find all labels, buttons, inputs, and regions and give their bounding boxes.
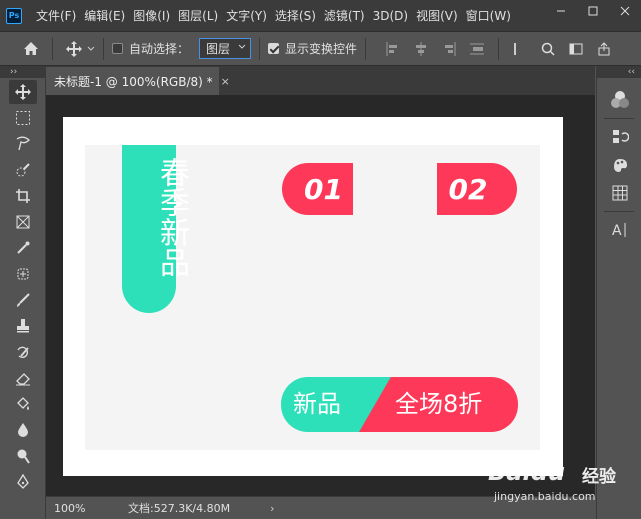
search-icon[interactable]	[541, 42, 555, 56]
lasso-tool-icon[interactable]	[9, 132, 37, 156]
quick-select-tool-icon[interactable]	[9, 158, 37, 182]
document-info: 文档:527.3K/4.80M	[128, 502, 231, 515]
align-buttons	[386, 37, 611, 60]
clone-stamp-tool-icon[interactable]	[9, 314, 37, 338]
dodge-tool-icon[interactable]	[9, 444, 37, 468]
tab-document[interactable]: 未标题-1 @ 100%(RGB/8) * ×	[46, 67, 230, 95]
layer-select-dropdown[interactable]: 图层	[199, 38, 252, 59]
divider	[103, 37, 104, 60]
eraser-tool-icon[interactable]	[9, 366, 37, 390]
distribute-icon[interactable]	[470, 42, 485, 56]
maximize-icon[interactable]	[577, 0, 609, 22]
status-menu-chevron-icon[interactable]: ›	[270, 502, 274, 515]
auto-select-label: 自动选择：	[129, 42, 190, 56]
menu-type[interactable]: 文字(Y)	[226, 7, 267, 24]
combo-tag-left-text: 新品	[293, 390, 341, 418]
svg-text:A: A	[612, 223, 622, 239]
menu-bar: Ps 文件(F) 编辑(E) 图像(I) 图层(L) 文字(Y) 选择(S) 滤…	[0, 0, 641, 31]
workspace-icon[interactable]	[569, 42, 583, 56]
divider	[604, 118, 634, 119]
close-icon[interactable]	[609, 0, 641, 22]
align-center-icon[interactable]	[414, 41, 428, 56]
show-transform-label: 显示变换控件	[285, 42, 358, 56]
menu-select[interactable]: 选择(S)	[275, 7, 316, 24]
minimize-icon[interactable]	[545, 0, 577, 22]
collapse-panels-icon[interactable]: ‹‹	[597, 66, 641, 78]
blur-tool-icon[interactable]	[9, 418, 37, 442]
move-tool-icon[interactable]	[9, 80, 37, 104]
align-top-icon[interactable]	[513, 42, 527, 56]
gray-background-layer: 春季新品 01 02 新品 全场8折	[85, 145, 540, 450]
move-icon	[66, 40, 82, 57]
canvas-workspace[interactable]: 春季新品 01 02 新品 全场8折	[46, 95, 595, 496]
divider	[259, 37, 261, 60]
align-right-icon[interactable]	[442, 41, 456, 56]
divider	[604, 211, 634, 212]
crop-tool-icon[interactable]	[9, 184, 37, 208]
menu-view[interactable]: 视图(V)	[416, 7, 458, 24]
tools-panel: ››	[0, 66, 46, 519]
watermark-brand: Baidu	[488, 458, 565, 486]
marquee-tool-icon[interactable]	[9, 106, 37, 130]
pen-tool-icon[interactable]	[9, 470, 37, 494]
collapse-tools-icon[interactable]: ››	[0, 66, 45, 78]
auto-select-checkbox[interactable]	[112, 43, 123, 54]
combo-tag-right-text: 全场8折	[395, 390, 483, 418]
document-tab-bar: 未标题-1 @ 100%(RGB/8) * ×	[46, 66, 595, 95]
label-02-text: 02	[448, 172, 488, 206]
combo-tag: 新品 全场8折	[281, 377, 518, 432]
document-canvas[interactable]: 春季新品 01 02 新品 全场8折	[63, 117, 563, 476]
swatches-panel-icon[interactable]	[597, 151, 641, 179]
vertical-banner-text: 春季新品	[154, 157, 189, 277]
frame-tool-icon[interactable]	[9, 210, 37, 234]
baidu-watermark: Baidu 经验 jingyan.baidu.com	[488, 452, 638, 512]
show-transform-checkbox[interactable]	[268, 43, 280, 54]
share-icon[interactable]	[597, 41, 611, 56]
options-bar: 自动选择： 图层 显示变换控件	[0, 31, 641, 66]
table-panel-icon[interactable]	[597, 179, 641, 207]
menu-file[interactable]: 文件(F)	[36, 7, 76, 24]
menu-window[interactable]: 窗口(W)	[466, 7, 511, 24]
color-panel-icon[interactable]	[597, 86, 641, 114]
chevron-down-icon	[87, 46, 95, 51]
layer-select-value: 图层	[206, 42, 231, 56]
healing-brush-tool-icon[interactable]	[9, 262, 37, 286]
label-01-text: 01	[304, 172, 343, 206]
divider	[498, 37, 500, 60]
vertical-banner: 春季新品	[122, 145, 189, 313]
brush-tool-icon[interactable]	[9, 288, 37, 312]
chevron-down-icon	[238, 44, 246, 49]
watermark-cn: 经验	[582, 467, 616, 487]
menu-filter[interactable]: 滤镜(T)	[324, 7, 365, 24]
menu-layer[interactable]: 图层(L)	[178, 7, 218, 24]
label-02: 02	[437, 163, 517, 215]
menu-image[interactable]: 图像(I)	[133, 7, 170, 24]
label-01: 01	[282, 163, 353, 215]
move-tool-preset[interactable]	[65, 40, 95, 58]
paint-bucket-tool-icon[interactable]	[9, 392, 37, 416]
align-left-icon[interactable]	[386, 41, 400, 56]
divider	[365, 37, 367, 60]
menu-3d[interactable]: 3D(D)	[373, 9, 408, 23]
window-controls	[545, 0, 641, 31]
history-panel-icon[interactable]	[597, 123, 641, 151]
home-icon[interactable]	[18, 37, 44, 61]
tab-title: 未标题-1 @ 100%(RGB/8) *	[54, 74, 213, 89]
eyedropper-tool-icon[interactable]	[9, 236, 37, 260]
watermark-url: jingyan.baidu.com	[494, 490, 596, 503]
character-panel-icon[interactable]: A	[597, 216, 641, 244]
history-brush-tool-icon[interactable]	[9, 340, 37, 364]
zoom-level[interactable]: 100%	[46, 502, 96, 515]
close-tab-icon[interactable]: ×	[221, 75, 230, 88]
divider	[52, 37, 53, 60]
photoshop-logo-icon: Ps	[6, 7, 22, 24]
menu-edit[interactable]: 编辑(E)	[84, 7, 125, 24]
